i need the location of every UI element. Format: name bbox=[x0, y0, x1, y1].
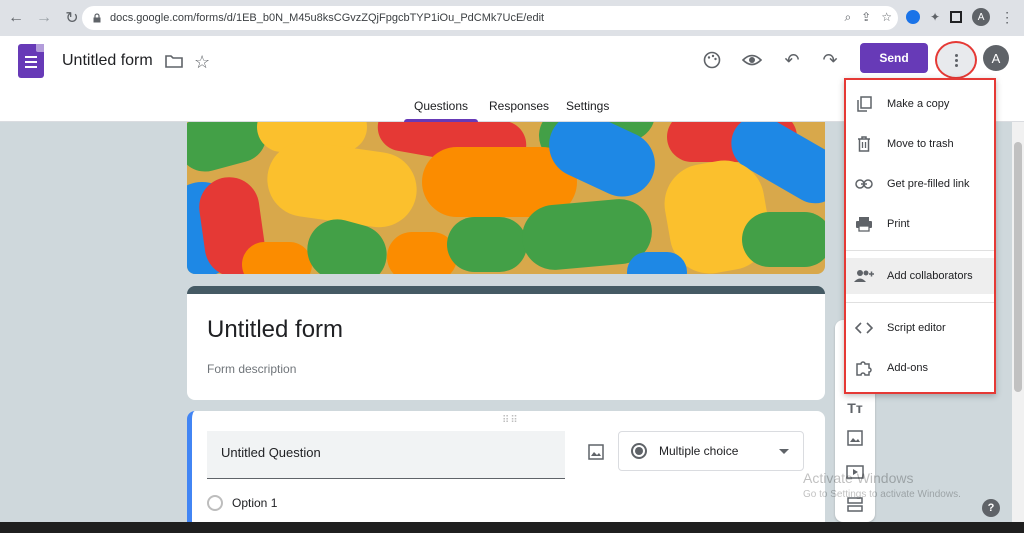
menu-item-move-to-trash[interactable]: Move to trash bbox=[846, 126, 994, 162]
link-icon bbox=[852, 172, 876, 196]
undo-icon[interactable]: ↶ bbox=[780, 48, 804, 72]
menu-item-script-editor[interactable]: Script editor bbox=[846, 310, 994, 346]
drag-handle-icon[interactable]: ⠿⠿ bbox=[502, 415, 519, 426]
zoom-icon[interactable]: ⌕ bbox=[844, 10, 851, 25]
question-card[interactable]: ⠿⠿ Untitled Question Multiple choice Opt… bbox=[187, 411, 825, 522]
menu-item-label: Move to trash bbox=[887, 138, 954, 150]
radio-unchecked-icon bbox=[207, 495, 223, 511]
back-icon[interactable]: ← bbox=[4, 6, 28, 30]
radio-checked-icon bbox=[631, 443, 647, 459]
menu-item-label: Make a copy bbox=[887, 98, 950, 110]
menu-item-label: Add-ons bbox=[887, 362, 928, 374]
menu-item-print[interactable]: Print bbox=[846, 206, 994, 242]
more-options-menu: Make a copy Move to trash Get pre-filled… bbox=[844, 78, 996, 394]
extensions-puzzle-icon[interactable]: ✦ bbox=[930, 10, 940, 24]
menu-item-label: Print bbox=[887, 218, 910, 230]
os-taskbar bbox=[0, 522, 1024, 533]
dropdown-arrow-icon bbox=[779, 449, 789, 454]
question-title-input[interactable]: Untitled Question bbox=[207, 431, 565, 479]
more-vert-icon bbox=[954, 53, 958, 67]
preview-eye-icon[interactable] bbox=[740, 48, 764, 72]
form-title-card: Untitled form Form description bbox=[187, 286, 825, 400]
document-title[interactable]: Untitled form bbox=[62, 52, 153, 70]
header-banner-image bbox=[187, 122, 825, 274]
form-description-field[interactable]: Form description bbox=[207, 362, 296, 376]
reload-icon[interactable]: ↻ bbox=[60, 6, 84, 30]
add-title-text-icon[interactable]: Tт bbox=[845, 398, 865, 418]
folder-icon[interactable] bbox=[165, 54, 183, 68]
side-panel-icon[interactable] bbox=[950, 11, 963, 23]
tab-questions[interactable]: Questions bbox=[414, 99, 468, 113]
url-text: docs.google.com/forms/d/1EB_b0N_M45u8ksC… bbox=[110, 12, 545, 24]
redo-icon[interactable]: ↷ bbox=[818, 48, 842, 72]
browser-toolbar: ← → ↻ docs.google.com/forms/d/1EB_b0N_M4… bbox=[0, 0, 1024, 36]
tab-settings[interactable]: Settings bbox=[566, 99, 609, 113]
more-options-button[interactable] bbox=[935, 41, 977, 79]
code-icon bbox=[852, 316, 876, 340]
menu-item-add-collaborators[interactable]: Add collaborators bbox=[846, 258, 994, 294]
star-icon[interactable]: ☆ bbox=[194, 52, 210, 73]
address-bar[interactable]: docs.google.com/forms/d/1EB_b0N_M45u8ksC… bbox=[82, 6, 898, 30]
send-button[interactable]: Send bbox=[860, 43, 928, 73]
option-row[interactable]: Option 1 bbox=[207, 495, 277, 511]
add-people-icon bbox=[852, 264, 876, 288]
option-label[interactable]: Option 1 bbox=[232, 496, 277, 510]
puzzle-icon bbox=[852, 356, 876, 380]
menu-item-label: Add collaborators bbox=[887, 270, 973, 282]
add-image-icon[interactable] bbox=[588, 444, 604, 460]
form-title-field[interactable]: Untitled form bbox=[207, 316, 343, 344]
print-icon bbox=[852, 212, 876, 236]
tab-responses[interactable]: Responses bbox=[489, 99, 549, 113]
menu-item-make-copy[interactable]: Make a copy bbox=[846, 86, 994, 122]
menu-item-add-ons[interactable]: Add-ons bbox=[846, 350, 994, 386]
account-avatar[interactable]: A bbox=[983, 45, 1009, 71]
copy-icon bbox=[852, 92, 876, 116]
scroll-thumb[interactable] bbox=[1014, 142, 1022, 392]
menu-divider bbox=[846, 302, 994, 303]
browser-profile-avatar[interactable]: A bbox=[972, 8, 991, 26]
question-type-label: Multiple choice bbox=[659, 444, 739, 458]
browser-menu-icon[interactable]: ⋮ bbox=[1000, 9, 1014, 26]
page-scrollbar[interactable] bbox=[1012, 122, 1024, 522]
trash-icon bbox=[852, 132, 876, 156]
activation-watermark-subtitle: Go to Settings to activate Windows. bbox=[803, 489, 961, 500]
forward-icon[interactable]: → bbox=[32, 6, 56, 30]
lock-icon bbox=[93, 13, 101, 23]
add-image-toolbar-icon[interactable] bbox=[845, 428, 865, 448]
palette-icon[interactable] bbox=[700, 48, 724, 72]
activation-watermark-title: Activate Windows bbox=[803, 470, 914, 486]
help-icon[interactable]: ? bbox=[982, 499, 1000, 517]
menu-divider bbox=[846, 250, 994, 251]
share-icon[interactable]: ⇪ bbox=[861, 10, 871, 25]
google-forms-logo[interactable] bbox=[18, 44, 44, 78]
question-type-select[interactable]: Multiple choice bbox=[618, 431, 804, 471]
menu-item-label: Script editor bbox=[887, 322, 946, 334]
menu-item-prefilled-link[interactable]: Get pre-filled link bbox=[846, 166, 994, 202]
menu-item-label: Get pre-filled link bbox=[887, 178, 970, 190]
bookmark-star-icon[interactable]: ☆ bbox=[881, 10, 892, 25]
extension-icon[interactable] bbox=[906, 10, 920, 24]
